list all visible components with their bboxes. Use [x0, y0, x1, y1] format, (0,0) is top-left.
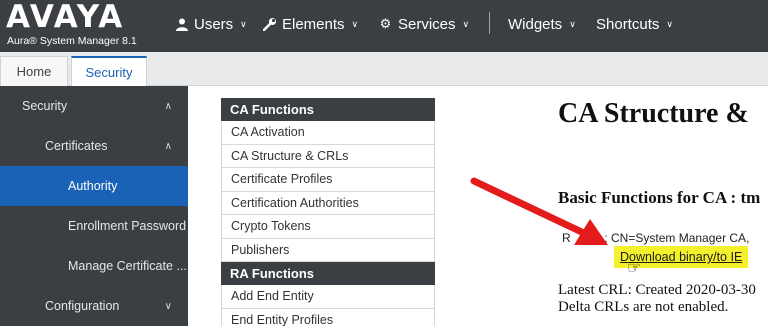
nav-elements[interactable]: Elements ∨ [262, 14, 358, 34]
sidebar-item-enrollment-password[interactable]: Enrollment Password [0, 206, 188, 246]
chevron-down-icon: ∨ [569, 18, 576, 29]
ca-functions-header: CA Functions [221, 98, 435, 121]
chevron-up-icon: ∧ [164, 140, 172, 152]
menu-certification-authorities[interactable]: Certification Authorities [221, 191, 435, 215]
wrench-icon [262, 17, 277, 31]
sidebar-item-label: Authority [68, 179, 118, 193]
tab-bar: Home Security [0, 52, 768, 86]
nav-services[interactable]: ⚙ Services ∨ [378, 14, 469, 34]
latest-crl-text: Latest CRL: Created 2020-03-30 [558, 282, 756, 298]
nav-users-label: Users [194, 15, 234, 33]
chevron-down-icon: ∨ [666, 18, 673, 29]
menu-crypto-tokens[interactable]: Crypto Tokens [221, 215, 435, 239]
sidebar-item-label: Security [22, 99, 68, 113]
nav-users[interactable]: Users ∨ [174, 14, 247, 34]
avaya-logo[interactable]: AVAYA Aura® System Manager 8.1 [6, 0, 156, 50]
sidebar-item-label: Configuration [45, 299, 120, 313]
tab-home[interactable]: Home [0, 56, 68, 86]
ra-functions-header: RA Functions [221, 262, 435, 285]
sidebar-item-security[interactable]: Security ∧ [0, 86, 188, 126]
menu-publishers[interactable]: Publishers [221, 238, 435, 262]
menu-ca-activation[interactable]: CA Activation [221, 121, 435, 145]
gear-icon: ⚙ [379, 16, 392, 31]
sidebar-item-configuration[interactable]: Configuration ∨ [0, 286, 188, 326]
product-name: Aura® System Manager 8.1 [7, 35, 137, 47]
chevron-down-icon: ∨ [164, 300, 172, 312]
logo-wordmark: AVAYA [6, 0, 125, 35]
nav-shortcuts[interactable]: Shortcuts ∨ [596, 14, 673, 34]
sidebar-item-manage-certificate[interactable]: Manage Certificate ... [0, 246, 188, 286]
user-icon [174, 18, 189, 31]
menu-certificate-profiles[interactable]: Certificate Profiles [221, 168, 435, 192]
menu-ca-structure-crls[interactable]: CA Structure & CRLs [221, 144, 435, 168]
functions-menu: CA Functions CA Activation CA Structure … [221, 98, 435, 326]
nav-elements-label: Elements [282, 15, 345, 33]
sidebar-item-label: Manage Certificate ... [68, 259, 187, 273]
red-arrow-annotation [470, 177, 608, 245]
chevron-down-icon: ∨ [240, 18, 247, 29]
sidebar-item-certificates[interactable]: Certificates ∧ [0, 126, 188, 166]
sidebar-item-label: Certificates [45, 139, 108, 153]
menu-end-entity-profiles[interactable]: End Entity Profiles [221, 308, 435, 326]
sidebar-item-authority[interactable]: Authority [0, 166, 188, 206]
chevron-down-icon: ∨ [462, 18, 470, 29]
menu-add-end-entity[interactable]: Add End Entity [221, 285, 435, 309]
chevron-down-icon: ∨ [351, 18, 359, 29]
nav-shortcuts-label: Shortcuts [596, 15, 660, 33]
nav-divider [489, 12, 490, 34]
nav-widgets-label: Widgets [508, 15, 563, 33]
sidebar-item-label: Enrollment Password [68, 219, 187, 233]
page-title: CA Structure & [558, 98, 749, 129]
hand-cursor-icon: ☞ [627, 260, 642, 277]
nav-widgets[interactable]: Widgets ∨ [508, 14, 576, 34]
chevron-up-icon: ∧ [164, 100, 172, 112]
nav-services-label: Services [398, 15, 456, 33]
top-nav-bar: AVAYA Aura® System Manager 8.1 Users ∨ E… [0, 0, 768, 52]
sidebar: Security ∧ Certificates ∧ Authority Enro… [0, 86, 188, 326]
delta-crl-text: Delta CRLs are not enabled. [558, 299, 729, 315]
tab-security[interactable]: Security [71, 56, 147, 86]
